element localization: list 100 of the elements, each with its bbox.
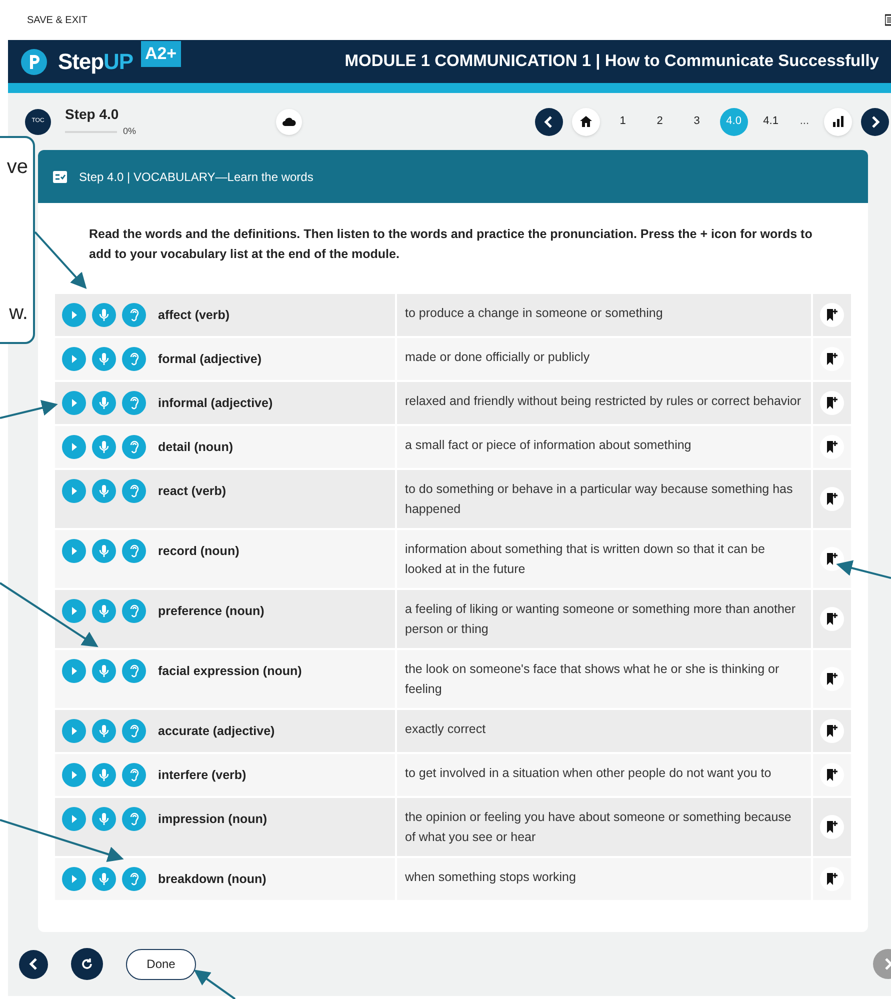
add-to-list-button[interactable] <box>820 347 844 371</box>
play-icon <box>69 726 79 736</box>
add-to-list-button[interactable] <box>820 719 844 743</box>
bookmark-plus-icon <box>826 552 838 566</box>
activity-title: Step 4.0 | VOCABULARY—Learn the words <box>79 168 314 186</box>
listen-button[interactable] <box>122 303 146 327</box>
previous-button[interactable] <box>534 108 563 136</box>
record-button[interactable] <box>92 479 116 503</box>
record-button[interactable] <box>92 303 116 327</box>
record-button[interactable] <box>92 867 116 891</box>
listen-button[interactable] <box>122 539 146 563</box>
record-button[interactable] <box>92 391 116 415</box>
bookmark-plus-icon <box>826 396 838 410</box>
back-button[interactable] <box>19 950 48 978</box>
vocabulary-word: affect (verb) <box>158 307 230 324</box>
ear-icon <box>128 604 140 618</box>
cloud-icon <box>282 116 296 126</box>
bookmark-plus-icon <box>826 352 838 366</box>
play-button[interactable] <box>62 391 86 415</box>
microphone-icon <box>98 484 110 498</box>
record-button[interactable] <box>92 539 116 563</box>
play-button[interactable] <box>62 763 86 787</box>
menu-icon[interactable] <box>885 14 891 26</box>
listen-button[interactable] <box>122 659 146 683</box>
record-button[interactable] <box>92 719 116 743</box>
listen-button[interactable] <box>122 435 146 459</box>
page-button[interactable]: 1 <box>608 108 637 136</box>
bookmark-plus-icon <box>826 768 838 782</box>
page-button[interactable]: 4.1 <box>756 108 785 136</box>
word-definition: a feeling of liking or wanting someone or something more than another person or thing <box>405 601 797 638</box>
record-button[interactable] <box>92 807 116 831</box>
bookmark-plus-icon <box>826 872 838 886</box>
play-icon <box>69 666 79 676</box>
leader-arrow <box>836 560 891 579</box>
vocabulary-word: facial expression (noun) <box>158 663 302 680</box>
listen-button[interactable] <box>122 599 146 623</box>
word-definition: the opinion or feeling you have about someone or something because of what you see or hear <box>405 809 792 846</box>
play-button[interactable] <box>62 539 86 563</box>
add-to-list-button[interactable] <box>820 303 844 327</box>
listen-button[interactable] <box>122 391 146 415</box>
record-button[interactable] <box>92 599 116 623</box>
record-button[interactable] <box>92 763 116 787</box>
listen-button[interactable] <box>122 719 146 743</box>
play-button[interactable] <box>62 659 86 683</box>
play-icon <box>69 310 79 320</box>
record-button[interactable] <box>92 347 116 371</box>
play-button[interactable] <box>62 435 86 459</box>
microphone-icon <box>98 724 110 738</box>
play-button[interactable] <box>62 867 86 891</box>
next-button[interactable] <box>861 108 889 136</box>
progress-percent: 0% <box>123 125 136 138</box>
checklist-icon <box>53 170 67 182</box>
listen-button[interactable] <box>122 763 146 787</box>
vocabulary-word: react (verb) <box>158 483 226 500</box>
add-to-list-button[interactable] <box>820 547 844 571</box>
bookmark-plus-icon <box>826 672 838 686</box>
add-to-list-button[interactable] <box>820 487 844 511</box>
progress-button[interactable] <box>824 108 852 136</box>
play-icon <box>69 486 79 496</box>
listen-button[interactable] <box>122 347 146 371</box>
play-button[interactable] <box>62 303 86 327</box>
ear-icon <box>128 872 140 886</box>
microphone-icon <box>98 604 110 618</box>
play-button[interactable] <box>62 479 86 503</box>
vocabulary-word: informal (adjective) <box>158 395 273 412</box>
play-button[interactable] <box>62 807 86 831</box>
record-button[interactable] <box>92 659 116 683</box>
cloud-button[interactable] <box>276 108 302 134</box>
reset-button[interactable] <box>71 948 103 980</box>
home-button[interactable] <box>572 108 600 136</box>
play-button[interactable] <box>62 347 86 371</box>
page-button[interactable]: 2 <box>646 108 674 136</box>
record-button[interactable] <box>92 435 116 459</box>
listen-button[interactable] <box>122 479 146 503</box>
add-to-list-button[interactable] <box>820 607 844 631</box>
add-to-list-button[interactable] <box>820 667 844 691</box>
play-button[interactable] <box>62 599 86 623</box>
ear-icon <box>128 724 140 738</box>
microphone-icon <box>98 664 110 678</box>
add-to-list-button[interactable] <box>820 815 844 839</box>
word-definition: the look on someone's face that shows what he or she is thinking or feeling <box>405 661 780 698</box>
logo-icon <box>20 48 48 76</box>
leader-arrow <box>194 970 236 999</box>
bookmark-plus-icon <box>826 724 838 738</box>
listen-button[interactable] <box>122 807 146 831</box>
ear-icon <box>128 812 140 826</box>
ear-icon <box>128 544 140 558</box>
page-button[interactable]: 3 <box>682 108 711 136</box>
add-to-list-button[interactable] <box>820 763 844 787</box>
done-button[interactable]: Done <box>126 948 196 980</box>
add-to-list-button[interactable] <box>820 867 844 891</box>
play-button[interactable] <box>62 719 86 743</box>
bar-chart-icon <box>832 116 844 127</box>
bookmark-plus-icon <box>826 612 838 626</box>
ear-icon <box>128 484 140 498</box>
bookmark-plus-icon <box>826 820 838 834</box>
add-to-list-button[interactable] <box>820 391 844 415</box>
listen-button[interactable] <box>122 867 146 891</box>
add-to-list-button[interactable] <box>820 435 844 459</box>
save-exit-button[interactable]: SAVE & EXIT <box>27 12 88 28</box>
